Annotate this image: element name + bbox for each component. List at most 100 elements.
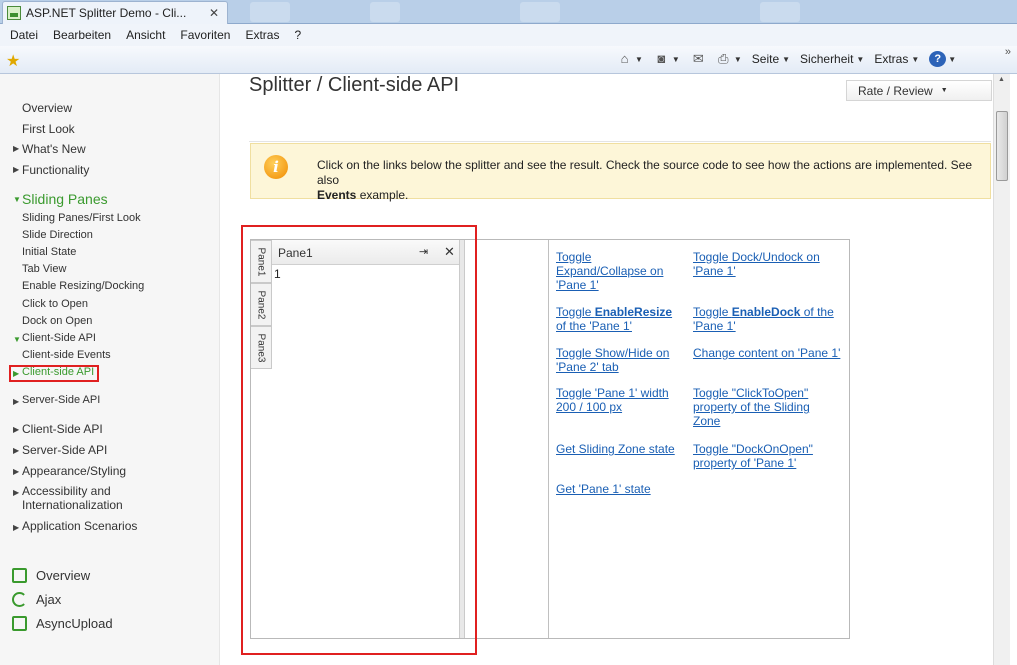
browser-tabstrip: ASP.NET Splitter Demo - Cli... ✕ xyxy=(0,0,1017,24)
chevron-down-icon[interactable]: ▼ xyxy=(856,55,864,64)
get-pane1-state-link[interactable]: Get 'Pane 1' state xyxy=(556,482,686,496)
chevron-down-icon[interactable]: ▼ xyxy=(911,55,919,64)
active-item-highlight xyxy=(9,365,99,382)
sidebar-item-dock-on-open[interactable]: Dock on Open xyxy=(22,315,92,327)
print-icon[interactable]: ⎙ xyxy=(715,51,732,67)
toggle-enableresize-link[interactable]: Toggle EnableResize of the 'Pane 1' xyxy=(556,305,686,333)
menu-bar: Datei Bearbeiten Ansicht Favoriten Extra… xyxy=(0,24,1017,46)
sidebar-item-server-side-api[interactable]: Server-Side API xyxy=(22,443,107,457)
toggle-dock-undock-link[interactable]: Toggle Dock/Undock on 'Pane 1' xyxy=(693,250,845,278)
upload-icon xyxy=(12,616,27,631)
sidebar-item-overview[interactable]: Overview xyxy=(22,101,72,115)
home-icon[interactable]: ⌂ xyxy=(616,51,633,67)
sidebar-item-functionality[interactable]: Functionality xyxy=(22,163,89,177)
chevron-down-icon[interactable]: ▼ xyxy=(734,55,742,64)
expand-triangle-icon[interactable]: ▶ xyxy=(13,446,19,455)
expand-triangle-icon[interactable]: ▶ xyxy=(13,165,19,174)
page-scrollbar[interactable]: ▲ xyxy=(993,74,1010,665)
browser-tab[interactable]: ASP.NET Splitter Demo - Cli... ✕ xyxy=(2,1,228,24)
expand-triangle-icon[interactable]: ▶ xyxy=(13,467,19,476)
rss-feed-icon[interactable]: ◙ xyxy=(653,51,670,67)
sidebar-item-accessibility-line2[interactable]: Internationalization xyxy=(22,498,123,512)
page-favicon xyxy=(7,6,21,20)
more-tools-icon[interactable]: » xyxy=(1005,46,1011,58)
chevron-down-icon[interactable]: ▼ xyxy=(782,55,790,64)
toggle-pane1-width-link[interactable]: Toggle 'Pane 1' width 200 / 100 px xyxy=(556,386,686,414)
sidebar-item-initial-state[interactable]: Initial State xyxy=(22,246,76,258)
info-text-end: example. xyxy=(359,188,409,202)
toggle-dockonopen-link[interactable]: Toggle "DockOnOpen" property of 'Pane 1' xyxy=(693,442,845,470)
sidebar-item-appearance[interactable]: Appearance/Styling xyxy=(22,464,126,478)
sidebar-item-client-side-api[interactable]: Client-Side API xyxy=(22,422,103,436)
refresh-icon xyxy=(12,592,27,607)
chevron-down-icon[interactable]: ▼ xyxy=(635,55,643,64)
expand-triangle-icon[interactable]: ▶ xyxy=(13,425,19,434)
toggle-clicktoopen-link[interactable]: Toggle "ClickToOpen" property of the Slid… xyxy=(693,386,845,428)
get-sliding-zone-state-link[interactable]: Get Sliding Zone state xyxy=(556,442,686,456)
info-icon: i xyxy=(264,155,288,179)
sidebar-item-slide-direction[interactable]: Slide Direction xyxy=(22,229,93,241)
sidebar-item-first-look[interactable]: First Look xyxy=(22,122,75,136)
rate-review-dropdown[interactable]: Rate / Review ▼ xyxy=(846,80,992,101)
sidebar-item-tab-view[interactable]: Tab View xyxy=(22,263,66,275)
expanded-triangle-icon[interactable]: ▼ xyxy=(13,195,21,204)
product-overview[interactable]: Overview xyxy=(12,568,90,583)
expanded-triangle-icon[interactable]: ▼ xyxy=(13,335,21,344)
product-asyncupload-label: AsyncUpload xyxy=(36,616,113,631)
splitter-links-pane: Toggle Expand/Collapse on 'Pane 1' Toggle … xyxy=(549,240,849,638)
product-asyncupload[interactable]: AsyncUpload xyxy=(12,616,113,631)
sidebar-item-client-side-events[interactable]: Client-side Events xyxy=(22,349,111,361)
sidebar-group-server-side-api[interactable]: Server-Side API xyxy=(22,394,100,406)
page-title: Splitter / Client-side API xyxy=(249,74,460,96)
menu-ansicht[interactable]: Ansicht xyxy=(126,28,165,42)
menu-help[interactable]: ? xyxy=(294,28,301,42)
sidebar-item-whats-new[interactable]: What's New xyxy=(22,142,86,156)
expand-triangle-icon[interactable]: ▶ xyxy=(13,144,19,153)
info-text: Click on the links below the splitter an… xyxy=(317,158,997,203)
sidebar-group-client-side-api[interactable]: Client-Side API xyxy=(22,332,96,344)
help-icon[interactable]: ? xyxy=(929,51,947,67)
expand-triangle-icon[interactable]: ▶ xyxy=(13,488,19,497)
rate-review-label: Rate / Review xyxy=(858,83,933,98)
sidebar-item-click-to-open[interactable]: Click to Open xyxy=(22,298,88,310)
expand-triangle-icon[interactable]: ▶ xyxy=(13,523,19,532)
seite-menu[interactable]: Seite xyxy=(752,52,779,66)
change-content-link[interactable]: Change content on 'Pane 1' xyxy=(693,346,845,360)
toggle-enabledock-link[interactable]: Toggle EnableDock of the 'Pane 1' xyxy=(693,305,845,333)
expand-triangle-icon[interactable]: ▶ xyxy=(13,397,19,406)
menu-datei[interactable]: Datei xyxy=(10,28,38,42)
events-link[interactable]: Events xyxy=(317,188,356,202)
scrollbar-thumb[interactable] xyxy=(996,111,1008,181)
sidebar-nav: Overview First Look ▶ What's New ▶ Funct… xyxy=(0,74,220,665)
sidebar-item-sliding-first-look[interactable]: Sliding Panes/First Look xyxy=(22,212,141,224)
scroll-up-icon[interactable]: ▲ xyxy=(998,76,1005,83)
favorites-star-icon[interactable]: ★ xyxy=(6,51,20,71)
product-ajax-label: Ajax xyxy=(36,592,62,607)
title-divider xyxy=(249,141,991,142)
chevron-down-icon[interactable]: ▼ xyxy=(948,55,956,64)
chevron-down-icon: ▼ xyxy=(940,87,948,94)
extras-menu[interactable]: Extras xyxy=(874,52,908,66)
sidebar-item-accessibility[interactable]: Accessibility and xyxy=(22,484,111,498)
command-bar-tools: ⌂ ▼ ◙ ▼ ✉ ⎙ ▼ Seite ▼ Sicherheit ▼ Extras ▼ ? ▼ xyxy=(616,51,966,67)
sidebar-item-enable-resizing[interactable]: Enable Resizing/Docking xyxy=(22,280,144,292)
sliding-zone-highlight xyxy=(241,225,477,655)
mail-icon[interactable]: ✉ xyxy=(690,51,707,67)
sidebar-item-application-scenarios[interactable]: Application Scenarios xyxy=(22,519,137,533)
chevron-down-icon[interactable]: ▼ xyxy=(672,55,680,64)
sicherheit-menu[interactable]: Sicherheit xyxy=(800,52,853,66)
menu-favoriten[interactable]: Favoriten xyxy=(180,28,230,42)
menu-extras[interactable]: Extras xyxy=(245,28,279,42)
splitter-middle-pane xyxy=(465,240,549,638)
sidebar-section-sliding-panes[interactable]: Sliding Panes xyxy=(22,191,108,207)
command-bar: ★ ⌂ ▼ ◙ ▼ ✉ ⎙ ▼ Seite ▼ Sicherheit ▼ Extras ▼ … xyxy=(0,46,1017,74)
toggle-expand-collapse-link[interactable]: Toggle Expand/Collapse on 'Pane 1' xyxy=(556,250,686,292)
product-overview-label: Overview xyxy=(36,568,91,583)
product-ajax[interactable]: Ajax xyxy=(12,592,61,607)
toggle-show-hide-link[interactable]: Toggle Show/Hide on 'Pane 2' tab xyxy=(556,346,686,374)
info-box: i Click on the links below the splitter … xyxy=(250,143,991,202)
info-text-main: Click on the links below the splitter an… xyxy=(317,158,973,187)
overview-icon xyxy=(12,568,27,583)
close-tab-icon[interactable]: ✕ xyxy=(205,6,223,20)
menu-bearbeiten[interactable]: Bearbeiten xyxy=(53,28,111,42)
